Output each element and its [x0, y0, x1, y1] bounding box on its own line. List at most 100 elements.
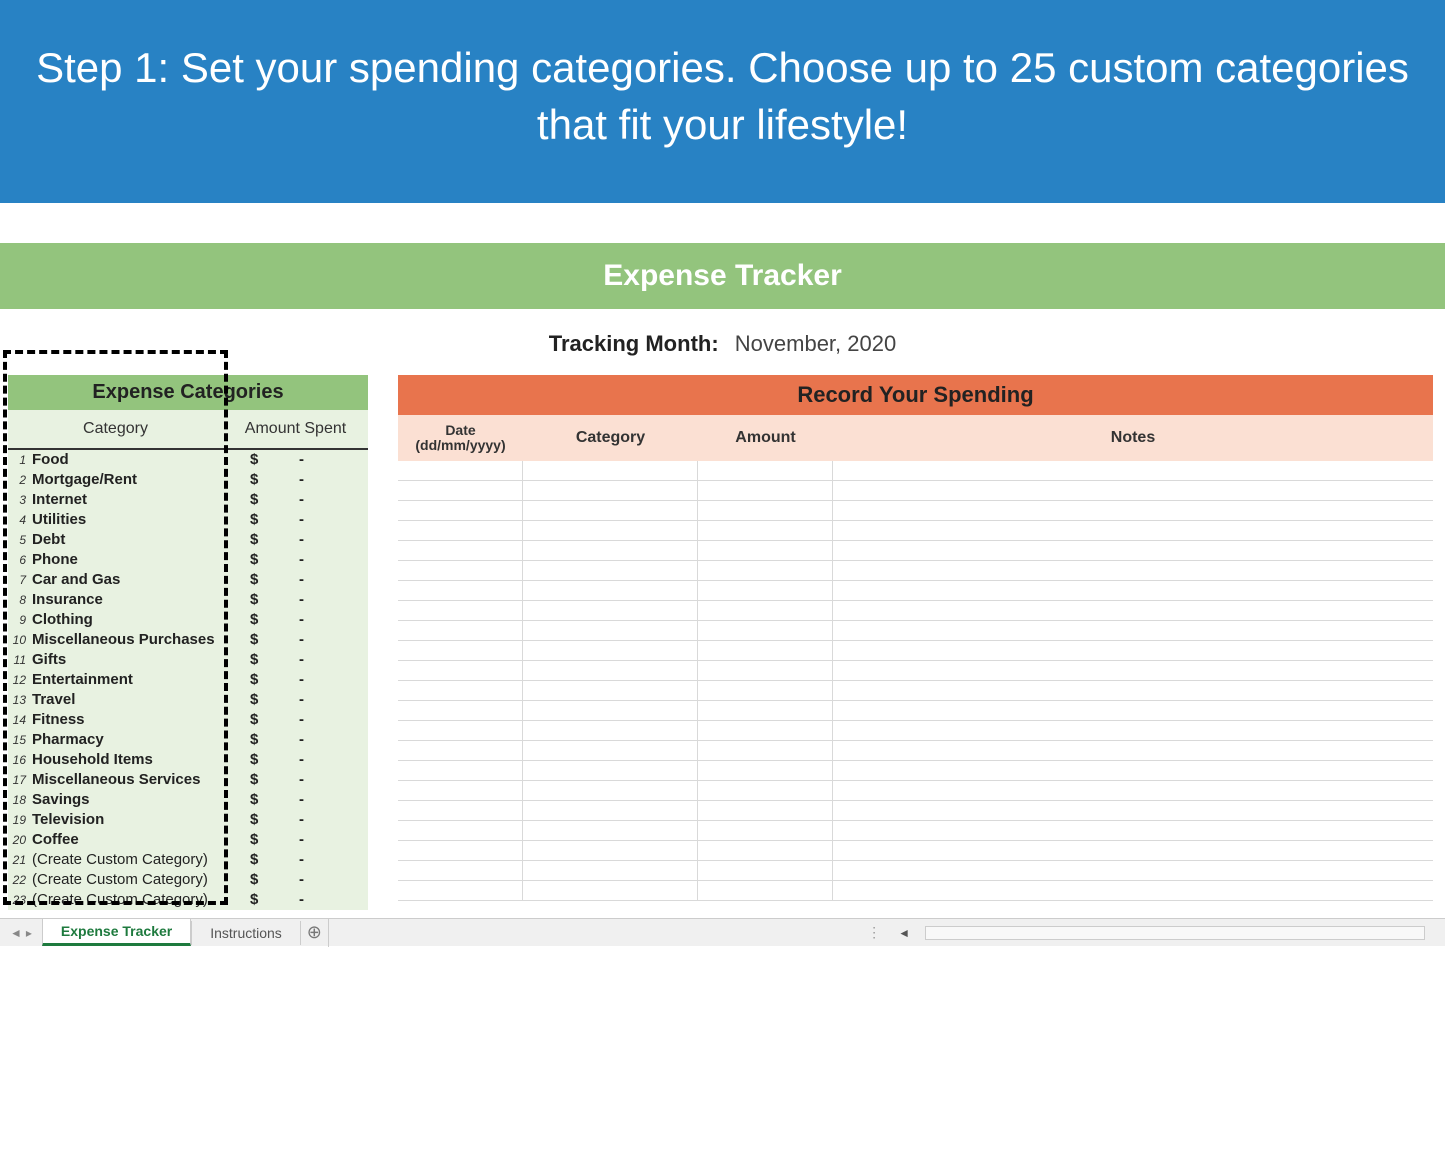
category-name-cell[interactable]: Fitness — [30, 710, 235, 730]
record-date-cell[interactable] — [398, 781, 523, 800]
record-row[interactable] — [398, 541, 1433, 561]
record-amount-cell[interactable] — [698, 801, 833, 820]
record-category-cell[interactable] — [523, 801, 698, 820]
add-sheet-button[interactable]: ⊕ — [301, 919, 329, 947]
category-row[interactable]: 13Travel$- — [8, 690, 368, 710]
category-name-cell[interactable]: Television — [30, 810, 235, 830]
category-row[interactable]: 18Savings$- — [8, 790, 368, 810]
record-notes-cell[interactable] — [833, 601, 1433, 620]
category-row[interactable]: 20Coffee$- — [8, 830, 368, 850]
record-amount-cell[interactable] — [698, 741, 833, 760]
category-name-cell[interactable]: Insurance — [30, 590, 235, 610]
record-notes-cell[interactable] — [833, 481, 1433, 500]
category-row[interactable]: 12Entertainment$- — [8, 670, 368, 690]
category-name-cell[interactable]: Internet — [30, 490, 235, 510]
record-amount-cell[interactable] — [698, 581, 833, 600]
record-row[interactable] — [398, 641, 1433, 661]
record-date-cell[interactable] — [398, 701, 523, 720]
record-row[interactable] — [398, 761, 1433, 781]
tab-expense-tracker[interactable]: Expense Tracker — [42, 919, 191, 946]
record-notes-cell[interactable] — [833, 581, 1433, 600]
record-date-cell[interactable] — [398, 821, 523, 840]
record-amount-cell[interactable] — [698, 841, 833, 860]
record-notes-cell[interactable] — [833, 781, 1433, 800]
record-amount-cell[interactable] — [698, 641, 833, 660]
record-notes-cell[interactable] — [833, 821, 1433, 840]
sheet-nav-arrows[interactable]: ◄ ▸ — [0, 926, 42, 940]
record-date-cell[interactable] — [398, 481, 523, 500]
category-name-cell[interactable]: Utilities — [30, 510, 235, 530]
record-notes-cell[interactable] — [833, 721, 1433, 740]
record-date-cell[interactable] — [398, 841, 523, 860]
tab-instructions[interactable]: Instructions — [191, 921, 301, 945]
record-row[interactable] — [398, 881, 1433, 901]
record-row[interactable] — [398, 481, 1433, 501]
record-date-cell[interactable] — [398, 581, 523, 600]
record-row[interactable] — [398, 701, 1433, 721]
record-notes-cell[interactable] — [833, 621, 1433, 640]
tracking-month-value[interactable]: November, 2020 — [735, 331, 896, 356]
record-date-cell[interactable] — [398, 661, 523, 680]
category-name-cell[interactable]: Savings — [30, 790, 235, 810]
category-name-cell[interactable]: Gifts — [30, 650, 235, 670]
nav-prev-icon[interactable]: ▸ — [24, 926, 34, 940]
record-grid[interactable] — [398, 461, 1433, 901]
category-row[interactable]: 8Insurance$- — [8, 590, 368, 610]
record-date-cell[interactable] — [398, 561, 523, 580]
record-row[interactable] — [398, 561, 1433, 581]
category-name-cell[interactable]: Debt — [30, 530, 235, 550]
record-category-cell[interactable] — [523, 501, 698, 520]
record-row[interactable] — [398, 581, 1433, 601]
record-date-cell[interactable] — [398, 761, 523, 780]
category-row[interactable]: 9Clothing$- — [8, 610, 368, 630]
record-amount-cell[interactable] — [698, 761, 833, 780]
record-category-cell[interactable] — [523, 661, 698, 680]
record-date-cell[interactable] — [398, 741, 523, 760]
record-category-cell[interactable] — [523, 841, 698, 860]
record-amount-cell[interactable] — [698, 661, 833, 680]
record-amount-cell[interactable] — [698, 861, 833, 880]
category-row[interactable]: 3Internet$- — [8, 490, 368, 510]
record-amount-cell[interactable] — [698, 781, 833, 800]
record-row[interactable] — [398, 721, 1433, 741]
record-date-cell[interactable] — [398, 541, 523, 560]
record-amount-cell[interactable] — [698, 461, 833, 480]
record-row[interactable] — [398, 821, 1433, 841]
record-row[interactable] — [398, 621, 1433, 641]
category-name-cell[interactable]: Travel — [30, 690, 235, 710]
record-amount-cell[interactable] — [698, 481, 833, 500]
category-name-cell[interactable]: (Create Custom Category) — [30, 870, 235, 890]
category-name-cell[interactable]: (Create Custom Category) — [30, 850, 235, 870]
category-row[interactable]: 1Food$- — [8, 450, 368, 470]
record-date-cell[interactable] — [398, 681, 523, 700]
record-category-cell[interactable] — [523, 461, 698, 480]
category-name-cell[interactable]: Coffee — [30, 830, 235, 850]
record-category-cell[interactable] — [523, 881, 698, 900]
record-row[interactable] — [398, 461, 1433, 481]
category-name-cell[interactable]: Mortgage/Rent — [30, 470, 235, 490]
record-amount-cell[interactable] — [698, 821, 833, 840]
category-row[interactable]: 11Gifts$- — [8, 650, 368, 670]
record-notes-cell[interactable] — [833, 801, 1433, 820]
record-notes-cell[interactable] — [833, 881, 1433, 900]
category-row[interactable]: 7Car and Gas$- — [8, 570, 368, 590]
record-row[interactable] — [398, 781, 1433, 801]
record-row[interactable] — [398, 521, 1433, 541]
record-amount-cell[interactable] — [698, 721, 833, 740]
record-category-cell[interactable] — [523, 861, 698, 880]
record-row[interactable] — [398, 801, 1433, 821]
category-row[interactable]: 6Phone$- — [8, 550, 368, 570]
category-name-cell[interactable]: Miscellaneous Services — [30, 770, 235, 790]
scroll-grip-icon[interactable]: ⋮ — [867, 924, 883, 941]
record-category-cell[interactable] — [523, 701, 698, 720]
category-row[interactable]: 16Household Items$- — [8, 750, 368, 770]
record-amount-cell[interactable] — [698, 561, 833, 580]
record-date-cell[interactable] — [398, 721, 523, 740]
record-notes-cell[interactable] — [833, 701, 1433, 720]
record-date-cell[interactable] — [398, 521, 523, 540]
record-date-cell[interactable] — [398, 601, 523, 620]
category-row[interactable]: 15Pharmacy$- — [8, 730, 368, 750]
record-notes-cell[interactable] — [833, 741, 1433, 760]
category-name-cell[interactable]: Food — [30, 450, 235, 470]
record-notes-cell[interactable] — [833, 861, 1433, 880]
